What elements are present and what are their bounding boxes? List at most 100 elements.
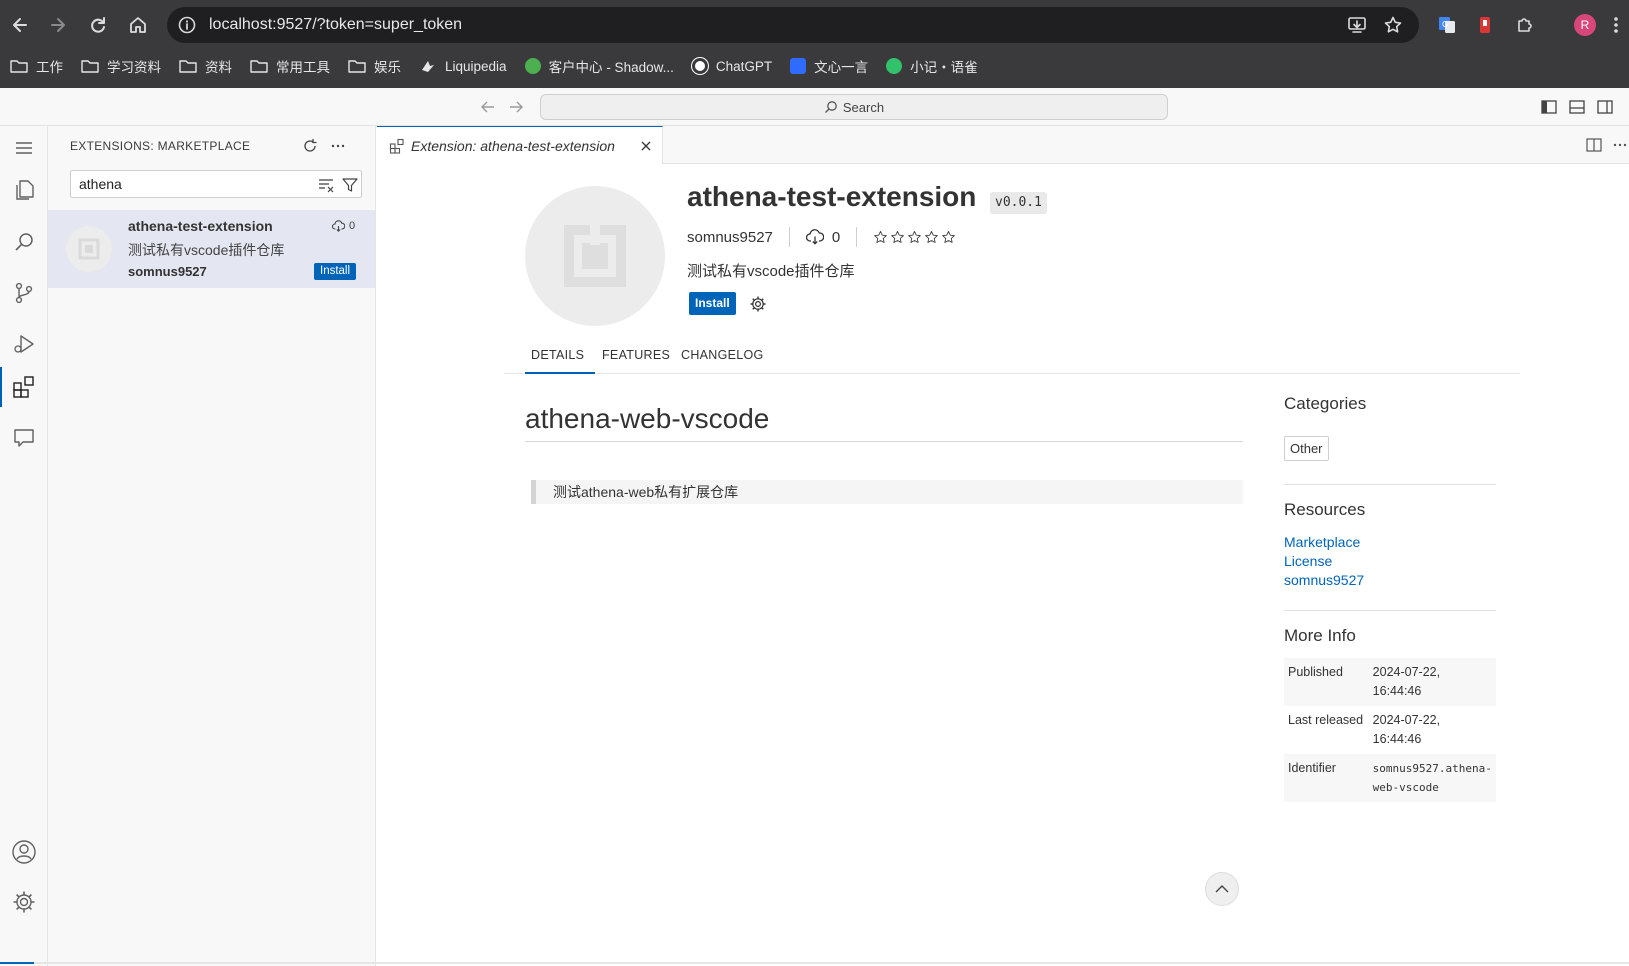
- extension-item-install-button[interactable]: Install: [314, 263, 357, 280]
- url-text[interactable]: localhost:9527/?token=super_token: [209, 16, 462, 34]
- site-info-icon[interactable]: [177, 15, 197, 35]
- split-editor-button[interactable]: [1585, 136, 1603, 154]
- editor-area: Extension: athena-test-extension athena-…: [377, 126, 1629, 966]
- star-outline-icon: [942, 230, 956, 243]
- info-row-identifier: Identifier somnus9527.athena-web-vscode: [1284, 754, 1496, 802]
- clear-search-button[interactable]: [317, 176, 335, 194]
- status-bar-accent: [0, 962, 34, 964]
- install-button[interactable]: Install: [689, 292, 736, 315]
- split-editor-icon: [1586, 138, 1602, 152]
- extension-search-value[interactable]: athena: [79, 176, 122, 192]
- bookmark-liquipedia[interactable]: Liquipedia: [419, 58, 507, 74]
- star-icon: [1384, 16, 1402, 33]
- section-divider: [1284, 484, 1496, 485]
- address-bar[interactable]: localhost:9527/?token=super_token: [167, 7, 1419, 43]
- bookmark-wenxin[interactable]: 文心一言: [790, 56, 868, 76]
- tab-details[interactable]: DETAILS: [531, 348, 584, 362]
- shadow-icon: [524, 58, 541, 74]
- bookmark-folder-tools[interactable]: 常用工具: [250, 56, 330, 76]
- extension-rating[interactable]: [873, 230, 958, 245]
- accounts-button[interactable]: [8, 836, 40, 868]
- editor-more-actions-button[interactable]: [1611, 136, 1629, 154]
- extensions-menu-button[interactable]: [1513, 13, 1537, 37]
- license-link[interactable]: License: [1284, 553, 1332, 569]
- bookmark-folder-resources[interactable]: 资料: [179, 56, 232, 76]
- extension-search-input[interactable]: athena: [70, 170, 362, 198]
- bookmark-folder-study[interactable]: 学习资料: [81, 56, 161, 76]
- command-center-search[interactable]: Search: [540, 94, 1168, 120]
- extensions-button[interactable]: [8, 371, 40, 403]
- publisher-link[interactable]: somnus9527: [1284, 572, 1364, 588]
- search-icon: [15, 233, 33, 251]
- chat-button[interactable]: [8, 422, 40, 454]
- bookmark-label: ChatGPT: [715, 58, 773, 74]
- extension-publisher[interactable]: somnus9527: [687, 229, 773, 246]
- search-icon: [824, 100, 838, 114]
- translate-extension-button[interactable]: G: [1435, 13, 1459, 37]
- toggle-secondary-sidebar-button[interactable]: [1596, 98, 1614, 116]
- bookmark-yuque[interactable]: 小记・语雀: [886, 56, 978, 76]
- go-forward-button[interactable]: [507, 98, 525, 116]
- readme-blockquote: 测试athena-web私有扩展仓库: [531, 480, 1243, 504]
- bookmark-shadow[interactable]: 客户中心 - Shadow...: [524, 56, 674, 76]
- refresh-button[interactable]: [298, 134, 322, 158]
- chat-icon: [14, 429, 34, 447]
- more-actions-button[interactable]: [326, 134, 350, 158]
- manage-button[interactable]: [8, 886, 40, 918]
- filter-button[interactable]: [341, 176, 359, 194]
- tab-features[interactable]: FEATURES: [602, 348, 670, 362]
- bookmark-folder-work[interactable]: 工作: [10, 56, 63, 76]
- explorer-button[interactable]: [8, 174, 40, 206]
- bookmark-star-button[interactable]: [1381, 13, 1405, 37]
- extension-item-description: 测试私有vscode插件仓库: [128, 242, 285, 258]
- sidebar-title: EXTENSIONS: MARKETPLACE: [70, 139, 251, 153]
- extension-list-item[interactable]: athena-test-extension 测试私有vscode插件仓库 som…: [48, 210, 375, 288]
- gear-icon: [750, 296, 766, 312]
- arrow-right-icon: [510, 101, 523, 113]
- arrow-left-icon: [481, 101, 494, 113]
- bookmark-label: Liquipedia: [445, 58, 507, 74]
- folder-icon: [250, 58, 268, 74]
- category-chip[interactable]: Other: [1284, 436, 1329, 461]
- red-extension-button[interactable]: [1473, 13, 1497, 37]
- account-icon: [12, 840, 36, 864]
- install-app-button[interactable]: [1345, 13, 1369, 37]
- reload-button[interactable]: [86, 13, 110, 37]
- info-key: Last released: [1288, 713, 1364, 727]
- meta-divider: [856, 227, 858, 247]
- back-arrow-icon: [13, 18, 27, 32]
- home-button[interactable]: [126, 13, 150, 37]
- marketplace-link[interactable]: Marketplace: [1284, 534, 1360, 550]
- run-debug-icon: [14, 335, 34, 353]
- search-view-button[interactable]: [8, 226, 40, 258]
- vscode-titlebar: Search: [0, 88, 1629, 126]
- source-control-icon: [15, 282, 33, 304]
- toggle-primary-sidebar-button[interactable]: [1540, 98, 1558, 116]
- tab-changelog[interactable]: CHANGELOG: [681, 348, 764, 362]
- tab-extension-details[interactable]: Extension: athena-test-extension: [377, 126, 663, 164]
- liquipedia-icon: [419, 58, 437, 74]
- manage-extension-button[interactable]: [749, 295, 767, 313]
- forward-button[interactable]: [46, 13, 70, 37]
- folder-icon: [179, 58, 197, 74]
- source-control-button[interactable]: [8, 277, 40, 309]
- yuque-icon: [886, 58, 903, 74]
- active-tab-underline: [525, 372, 595, 374]
- bookmark-chatgpt[interactable]: ChatGPT: [691, 58, 773, 74]
- back-button[interactable]: [8, 13, 32, 37]
- readme-heading: athena-web-vscode: [525, 403, 770, 434]
- bookmarks-bar: 工作 学习资料 资料 常用工具 娱乐 Liquipedia 客户中心 - Sha…: [0, 50, 1629, 82]
- info-row-published: Published 2024-07-22, 16:44:46: [1284, 658, 1496, 706]
- profile-avatar[interactable]: R: [1574, 14, 1596, 36]
- go-back-button[interactable]: [479, 98, 497, 116]
- run-debug-button[interactable]: [8, 328, 40, 360]
- resources-heading: Resources: [1284, 500, 1366, 519]
- browser-menu-button[interactable]: [1606, 13, 1626, 37]
- scroll-to-top-button[interactable]: [1205, 872, 1239, 906]
- folder-icon: [10, 58, 28, 74]
- toggle-panel-button[interactable]: [1568, 98, 1586, 116]
- bookmark-folder-entertainment[interactable]: 娱乐: [348, 56, 401, 76]
- application-menu-button[interactable]: [8, 132, 40, 164]
- clear-filter-icon: [319, 179, 334, 193]
- close-tab-button[interactable]: [638, 138, 654, 154]
